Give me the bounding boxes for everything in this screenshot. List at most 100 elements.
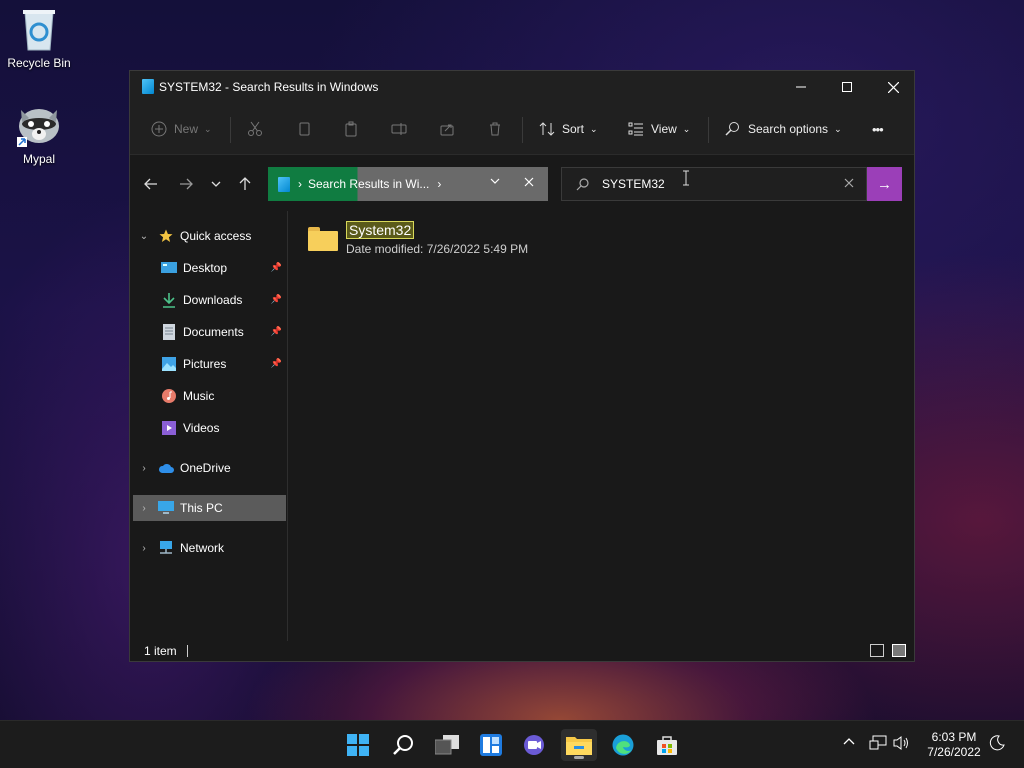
- cloud-icon: [158, 460, 174, 476]
- item-count: 1 item: [144, 644, 177, 658]
- folder-icon: [308, 227, 338, 251]
- sidebar-item-pictures[interactable]: Pictures 📌: [133, 351, 286, 377]
- sidebar-item-onedrive[interactable]: › OneDrive: [133, 455, 286, 481]
- toolbar-divider: [708, 117, 709, 143]
- sidebar-item-label: Network: [180, 541, 225, 555]
- result-item-name[interactable]: System32: [346, 221, 415, 239]
- expand-chevron-icon[interactable]: ⌄: [136, 231, 152, 242]
- address-bar[interactable]: › Search Results in Wi... ›: [268, 167, 548, 201]
- focus-assist-button[interactable]: [989, 735, 1005, 754]
- file-list[interactable]: System32 Date modified: 7/26/2022 5:49 P…: [300, 211, 910, 641]
- sidebar-item-label: Pictures: [183, 357, 227, 371]
- desktop-icon-mypal[interactable]: Mypal: [4, 104, 74, 166]
- sidebar-item-this-pc[interactable]: › This PC: [133, 495, 286, 521]
- cut-button[interactable]: [246, 117, 270, 141]
- delete-button[interactable]: [486, 117, 510, 141]
- sidebar-item-quick-access[interactable]: ⌄ Quick access: [133, 223, 286, 249]
- share-icon: [438, 120, 456, 138]
- pin-icon[interactable]: 📌: [271, 326, 282, 337]
- copy-icon: [295, 120, 313, 138]
- task-view-button[interactable]: [429, 729, 465, 761]
- minimize-button[interactable]: [778, 71, 824, 103]
- sidebar-item-documents[interactable]: Documents 📌: [133, 319, 286, 345]
- file-explorer-taskbar-button[interactable]: [561, 729, 597, 761]
- clock-date: 7/26/2022: [927, 745, 981, 759]
- details-view-icon[interactable]: [870, 644, 884, 657]
- sidebar-item-label: Videos: [183, 421, 220, 435]
- window-title: SYSTEM32 - Search Results in Windows: [159, 80, 379, 94]
- large-icons-view-icon[interactable]: [892, 644, 906, 657]
- volume-tray-button[interactable]: [893, 735, 911, 754]
- sidebar-item-desktop[interactable]: Desktop 📌: [133, 255, 286, 281]
- taskbar-clock[interactable]: 6:03 PM 7/26/2022: [924, 730, 984, 760]
- search-options-icon: [724, 120, 742, 138]
- widgets-icon: [480, 734, 502, 756]
- back-button[interactable]: [140, 173, 162, 195]
- windows-logo-icon: [347, 734, 369, 756]
- sidebar-item-music[interactable]: Music: [133, 383, 286, 409]
- status-divider: [186, 645, 188, 657]
- close-button[interactable]: [870, 71, 916, 103]
- result-item-date: Date modified: 7/26/2022 5:49 PM: [346, 242, 529, 256]
- pin-icon[interactable]: 📌: [271, 262, 282, 273]
- command-bar: New ⌄ Sort ⌄ View ⌄ Search options ⌄ •••: [130, 103, 914, 155]
- expand-chevron-icon[interactable]: ›: [136, 463, 152, 474]
- search-input[interactable]: [602, 177, 832, 191]
- search-go-button[interactable]: →: [867, 167, 902, 201]
- start-button[interactable]: [340, 729, 376, 761]
- status-bar: 1 item: [130, 641, 914, 661]
- breadcrumb-path[interactable]: Search Results in Wi...: [308, 177, 429, 191]
- view-button[interactable]: View ⌄: [627, 117, 690, 141]
- toolbar-divider: [230, 117, 231, 143]
- task-view-icon: [435, 735, 459, 755]
- network-tray-button[interactable]: [869, 735, 887, 754]
- chat-button[interactable]: [517, 729, 553, 761]
- list-item[interactable]: System32 Date modified: 7/26/2022 5:49 P…: [308, 221, 528, 256]
- chevron-down-icon: ⌄: [834, 123, 842, 134]
- breadcrumb-chevron[interactable]: ›: [437, 177, 441, 191]
- taskbar-search-button[interactable]: [385, 729, 421, 761]
- chevron-down-icon: ⌄: [682, 123, 691, 134]
- share-button[interactable]: [438, 117, 462, 141]
- clock-time: 6:03 PM: [931, 730, 977, 744]
- arrow-left-icon: [144, 178, 157, 190]
- up-button[interactable]: [234, 173, 256, 195]
- clear-search-icon[interactable]: [844, 176, 854, 191]
- maximize-button[interactable]: [824, 71, 870, 103]
- navigation-pane[interactable]: ⌄ Quick access Desktop 📌 Downloads 📌 Doc…: [130, 211, 288, 641]
- desktop-icon-recycle-bin[interactable]: Recycle Bin: [4, 8, 74, 70]
- view-label: View: [651, 122, 677, 136]
- sidebar-item-videos[interactable]: Videos: [133, 415, 286, 441]
- more-dots-icon: •••: [872, 121, 884, 137]
- sidebar-item-downloads[interactable]: Downloads 📌: [133, 287, 286, 313]
- store-button[interactable]: [649, 729, 685, 761]
- stop-search-icon[interactable]: [524, 175, 534, 190]
- copy-button[interactable]: [295, 117, 319, 141]
- edge-button[interactable]: [605, 729, 641, 761]
- arrow-right-icon: →: [877, 175, 892, 193]
- expand-chevron-icon[interactable]: ›: [136, 503, 152, 514]
- star-icon: [158, 228, 174, 244]
- breadcrumb-chevron: ›: [298, 177, 302, 191]
- search-options-button[interactable]: Search options ⌄: [724, 117, 842, 141]
- rename-button[interactable]: [390, 117, 414, 141]
- pin-icon[interactable]: 📌: [271, 358, 282, 369]
- forward-button[interactable]: [175, 173, 197, 195]
- address-dropdown-icon[interactable]: [490, 176, 500, 189]
- sort-button[interactable]: Sort ⌄: [538, 117, 598, 141]
- widgets-button[interactable]: [473, 729, 509, 761]
- see-more-button[interactable]: •••: [872, 117, 884, 141]
- recent-locations-button[interactable]: [205, 173, 227, 195]
- title-bar[interactable]: SYSTEM32 - Search Results in Windows: [130, 71, 914, 103]
- sidebar-item-network[interactable]: › Network: [133, 535, 286, 561]
- pin-icon[interactable]: 📌: [271, 294, 282, 305]
- show-hidden-icons-button[interactable]: [842, 735, 856, 752]
- paste-button[interactable]: [342, 117, 366, 141]
- expand-chevron-icon[interactable]: ›: [136, 543, 152, 554]
- plus-circle-icon: [150, 120, 168, 138]
- search-box[interactable]: [561, 167, 867, 201]
- store-bag-icon: [657, 736, 677, 755]
- new-button[interactable]: New ⌄: [150, 117, 212, 141]
- search-results-icon: [142, 79, 154, 94]
- moon-icon: [989, 735, 1005, 751]
